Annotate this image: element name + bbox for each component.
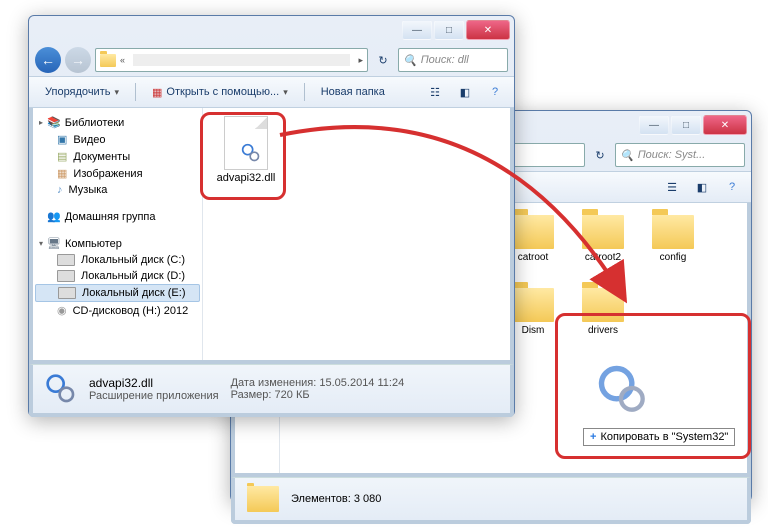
- view-button[interactable]: ☷: [424, 81, 446, 103]
- explorer-window-source[interactable]: — □ ✕ ← → «▸ ↻ 🔍Поиск: dll Упорядочить ▾…: [28, 15, 515, 417]
- details-size: 720 КБ: [275, 389, 310, 401]
- search-input[interactable]: 🔍Поиск: Syst...: [615, 143, 745, 167]
- close-button[interactable]: ✕: [703, 115, 747, 135]
- details-filetype: Расширение приложения: [89, 390, 219, 402]
- organize-button[interactable]: Упорядочить ▾: [37, 81, 127, 103]
- item-count: Элементов: 3 080: [291, 493, 381, 505]
- gear-icon: [45, 373, 77, 405]
- file-advapi32[interactable]: advapi32.dll: [211, 116, 281, 184]
- close-button[interactable]: ✕: [466, 20, 510, 40]
- details-size-label: Размер:: [231, 389, 272, 401]
- sidebar: ▸📚Библиотеки ▣Видео ▤Документы ▦Изображе…: [33, 108, 203, 360]
- search-input[interactable]: 🔍Поиск: dll: [398, 48, 508, 72]
- sidebar-drive-c[interactable]: Локальный диск (C:): [35, 252, 200, 268]
- refresh-button[interactable]: ↻: [372, 49, 394, 71]
- drop-tooltip: + Копировать в "System32": [583, 428, 735, 446]
- status-bar: Элементов: 3 080: [231, 477, 751, 524]
- sidebar-drive-e[interactable]: Локальный диск (E:): [35, 284, 200, 302]
- drive-icon: [58, 287, 76, 299]
- toolbar: Упорядочить ▾ ▦ Открыть с помощью... ▾ Н…: [29, 76, 514, 108]
- sidebar-music[interactable]: ♪Музыка: [35, 182, 200, 198]
- forward-button[interactable]: →: [65, 47, 91, 73]
- sidebar-drive-d[interactable]: Локальный диск (D:): [35, 268, 200, 284]
- maximize-button[interactable]: □: [434, 20, 464, 40]
- folder-icon: [247, 486, 279, 512]
- sidebar-homegroup[interactable]: ▸👥Домашняя группа: [35, 208, 200, 225]
- folder-item[interactable]: config: [642, 215, 704, 274]
- drive-icon: [57, 270, 75, 282]
- sidebar-docs[interactable]: ▤Документы: [35, 148, 200, 165]
- new-folder-button[interactable]: Новая папка: [313, 81, 393, 103]
- sidebar-images[interactable]: ▦Изображения: [35, 165, 200, 182]
- address-bar[interactable]: «▸: [95, 48, 368, 72]
- titlebar: — □ ✕: [29, 16, 514, 44]
- file-pane[interactable]: advapi32.dll: [203, 108, 510, 364]
- back-button[interactable]: ←: [35, 47, 61, 73]
- preview-button[interactable]: ◧: [454, 81, 476, 103]
- drive-icon: [57, 254, 75, 266]
- minimize-button[interactable]: —: [402, 20, 432, 40]
- search-placeholder: Поиск: dll: [421, 54, 469, 66]
- view-button[interactable]: ☰: [661, 176, 683, 198]
- help-button[interactable]: ?: [721, 176, 743, 198]
- maximize-button[interactable]: □: [671, 115, 701, 135]
- refresh-button[interactable]: ↻: [589, 144, 611, 166]
- navbar: ← → «▸ ↻ 🔍Поиск: dll: [29, 44, 514, 76]
- search-placeholder: Поиск: Syst...: [638, 149, 706, 161]
- sidebar-computer[interactable]: ▾🖥Компьютер: [35, 235, 200, 252]
- gear-icon: [241, 143, 261, 163]
- details-mod: 15.05.2014 11:24: [319, 377, 404, 389]
- details-pane: advapi32.dll Расширение приложения Дата …: [29, 364, 514, 417]
- sidebar-libraries[interactable]: ▸📚Библиотеки: [35, 114, 200, 131]
- plus-icon: +: [590, 431, 596, 443]
- folder-icon: [100, 54, 116, 67]
- minimize-button[interactable]: —: [639, 115, 669, 135]
- open-with-button[interactable]: ▦ Открыть с помощью... ▾: [144, 81, 296, 103]
- file-label: advapi32.dll: [211, 172, 281, 184]
- dll-file-icon: [224, 116, 268, 170]
- drag-ghost: [595, 362, 647, 414]
- folder-item[interactable]: drivers: [572, 288, 634, 336]
- drop-text: Копировать в "System32": [600, 431, 728, 443]
- sidebar-cd-drive[interactable]: ◉CD-дисковод (H:) 2012: [35, 302, 200, 319]
- help-button[interactable]: ?: [484, 81, 506, 103]
- folder-item[interactable]: catroot2: [572, 215, 634, 274]
- details-mod-label: Дата изменения:: [231, 377, 317, 389]
- preview-button[interactable]: ◧: [691, 176, 713, 198]
- details-filename: advapi32.dll: [89, 376, 153, 390]
- sidebar-video[interactable]: ▣Видео: [35, 131, 200, 148]
